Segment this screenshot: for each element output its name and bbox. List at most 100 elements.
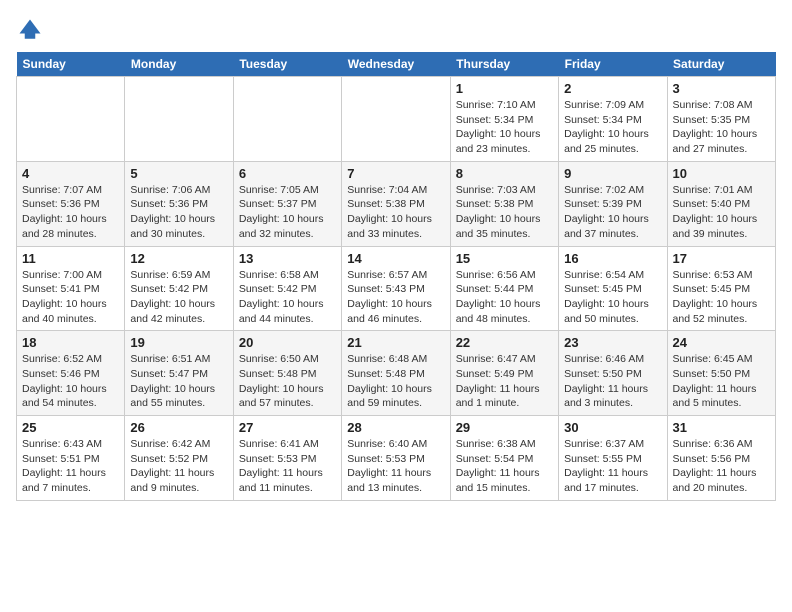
day-detail: Sunrise: 6:56 AMSunset: 5:44 PMDaylight:… xyxy=(456,269,541,325)
day-detail: Sunrise: 6:51 AMSunset: 5:47 PMDaylight:… xyxy=(130,353,215,409)
day-number: 17 xyxy=(673,251,770,266)
day-number: 10 xyxy=(673,166,770,181)
weekday-header-wednesday: Wednesday xyxy=(342,52,450,77)
weekday-header-friday: Friday xyxy=(559,52,667,77)
day-number: 20 xyxy=(239,335,336,350)
calendar-cell: 23 Sunrise: 6:46 AMSunset: 5:50 PMDayligh… xyxy=(559,331,667,416)
day-detail: Sunrise: 6:42 AMSunset: 5:52 PMDaylight:… xyxy=(130,438,214,494)
day-detail: Sunrise: 6:36 AMSunset: 5:56 PMDaylight:… xyxy=(673,438,757,494)
weekday-header-tuesday: Tuesday xyxy=(233,52,341,77)
calendar-cell: 31Sunrise: 6:36 AMSunset: 5:56 PMDayligh… xyxy=(667,416,775,501)
day-detail: Sunrise: 7:07 AMSunset: 5:36 PMDaylight:… xyxy=(22,184,107,240)
day-detail: Sunrise: 7:02 AMSunset: 5:39 PMDaylight:… xyxy=(564,184,649,240)
calendar-cell xyxy=(233,77,341,162)
day-detail: Sunrise: 6:52 AMSunset: 5:46 PMDaylight:… xyxy=(22,353,107,409)
day-detail: Sunrise: 6:54 AMSunset: 5:45 PMDaylight:… xyxy=(564,269,649,325)
day-number: 18 xyxy=(22,335,119,350)
calendar-week-2: 4 Sunrise: 7:07 AMSunset: 5:36 PMDaylight… xyxy=(17,161,776,246)
calendar-cell: 13Sunrise: 6:58 AMSunset: 5:42 PMDayligh… xyxy=(233,246,341,331)
calendar-body: 1 Sunrise: 7:10 AMSunset: 5:34 PMDaylight… xyxy=(17,77,776,501)
day-number: 19 xyxy=(130,335,227,350)
day-number: 8 xyxy=(456,166,553,181)
day-detail: Sunrise: 6:47 AMSunset: 5:49 PMDaylight:… xyxy=(456,353,540,409)
calendar-cell: 18 Sunrise: 6:52 AMSunset: 5:46 PMDayligh… xyxy=(17,331,125,416)
calendar-cell: 22Sunrise: 6:47 AMSunset: 5:49 PMDayligh… xyxy=(450,331,558,416)
calendar-cell: 5Sunrise: 7:06 AMSunset: 5:36 PMDaylight… xyxy=(125,161,233,246)
day-number: 6 xyxy=(239,166,336,181)
day-number: 15 xyxy=(456,251,553,266)
day-number: 7 xyxy=(347,166,444,181)
day-number: 14 xyxy=(347,251,444,266)
day-number: 16 xyxy=(564,251,661,266)
day-number: 12 xyxy=(130,251,227,266)
calendar-week-1: 1 Sunrise: 7:10 AMSunset: 5:34 PMDaylight… xyxy=(17,77,776,162)
day-detail: Sunrise: 7:01 AMSunset: 5:40 PMDaylight:… xyxy=(673,184,758,240)
calendar-cell: 10 Sunrise: 7:01 AMSunset: 5:40 PMDayligh… xyxy=(667,161,775,246)
day-number: 11 xyxy=(22,251,119,266)
day-number: 23 xyxy=(564,335,661,350)
logo xyxy=(16,16,48,44)
calendar-cell xyxy=(125,77,233,162)
weekday-header-sunday: Sunday xyxy=(17,52,125,77)
calendar-cell: 1 Sunrise: 7:10 AMSunset: 5:34 PMDaylight… xyxy=(450,77,558,162)
day-detail: Sunrise: 6:43 AMSunset: 5:51 PMDaylight:… xyxy=(22,438,106,494)
calendar-week-5: 25 Sunrise: 6:43 AMSunset: 5:51 PMDayligh… xyxy=(17,416,776,501)
day-detail: Sunrise: 7:08 AMSunset: 5:35 PMDaylight:… xyxy=(673,99,758,155)
calendar-cell: 24 Sunrise: 6:45 AMSunset: 5:50 PMDayligh… xyxy=(667,331,775,416)
calendar-cell: 8 Sunrise: 7:03 AMSunset: 5:38 PMDaylight… xyxy=(450,161,558,246)
day-detail: Sunrise: 6:41 AMSunset: 5:53 PMDaylight:… xyxy=(239,438,323,494)
calendar-cell: 2Sunrise: 7:09 AMSunset: 5:34 PMDaylight… xyxy=(559,77,667,162)
day-detail: Sunrise: 6:40 AMSunset: 5:53 PMDaylight:… xyxy=(347,438,431,494)
weekday-header-thursday: Thursday xyxy=(450,52,558,77)
calendar-table: SundayMondayTuesdayWednesdayThursdayFrid… xyxy=(16,52,776,501)
calendar-cell xyxy=(342,77,450,162)
day-detail: Sunrise: 6:46 AMSunset: 5:50 PMDaylight:… xyxy=(564,353,648,409)
day-detail: Sunrise: 6:59 AMSunset: 5:42 PMDaylight:… xyxy=(130,269,215,325)
day-detail: Sunrise: 6:45 AMSunset: 5:50 PMDaylight:… xyxy=(673,353,757,409)
day-detail: Sunrise: 6:48 AMSunset: 5:48 PMDaylight:… xyxy=(347,353,432,409)
page-header xyxy=(16,16,776,44)
day-number: 28 xyxy=(347,420,444,435)
calendar-cell: 20 Sunrise: 6:50 AMSunset: 5:48 PMDayligh… xyxy=(233,331,341,416)
calendar-cell xyxy=(17,77,125,162)
day-detail: Sunrise: 7:05 AMSunset: 5:37 PMDaylight:… xyxy=(239,184,324,240)
day-number: 13 xyxy=(239,251,336,266)
day-detail: Sunrise: 6:38 AMSunset: 5:54 PMDaylight:… xyxy=(456,438,540,494)
calendar-cell: 16 Sunrise: 6:54 AMSunset: 5:45 PMDayligh… xyxy=(559,246,667,331)
day-number: 27 xyxy=(239,420,336,435)
day-number: 21 xyxy=(347,335,444,350)
day-number: 29 xyxy=(456,420,553,435)
day-number: 24 xyxy=(673,335,770,350)
day-number: 30 xyxy=(564,420,661,435)
day-detail: Sunrise: 7:03 AMSunset: 5:38 PMDaylight:… xyxy=(456,184,541,240)
calendar-cell: 12 Sunrise: 6:59 AMSunset: 5:42 PMDayligh… xyxy=(125,246,233,331)
day-detail: Sunrise: 6:50 AMSunset: 5:48 PMDaylight:… xyxy=(239,353,324,409)
calendar-cell: 9 Sunrise: 7:02 AMSunset: 5:39 PMDaylight… xyxy=(559,161,667,246)
day-number: 2 xyxy=(564,81,661,96)
day-detail: Sunrise: 6:53 AMSunset: 5:45 PMDaylight:… xyxy=(673,269,758,325)
calendar-cell: 15 Sunrise: 6:56 AMSunset: 5:44 PMDayligh… xyxy=(450,246,558,331)
calendar-week-4: 18 Sunrise: 6:52 AMSunset: 5:46 PMDayligh… xyxy=(17,331,776,416)
calendar-cell: 6 Sunrise: 7:05 AMSunset: 5:37 PMDaylight… xyxy=(233,161,341,246)
calendar-cell: 4 Sunrise: 7:07 AMSunset: 5:36 PMDaylight… xyxy=(17,161,125,246)
calendar-cell: 7 Sunrise: 7:04 AMSunset: 5:38 PMDaylight… xyxy=(342,161,450,246)
day-number: 5 xyxy=(130,166,227,181)
calendar-cell: 27 Sunrise: 6:41 AMSunset: 5:53 PMDayligh… xyxy=(233,416,341,501)
day-number: 4 xyxy=(22,166,119,181)
calendar-cell: 30 Sunrise: 6:37 AMSunset: 5:55 PMDayligh… xyxy=(559,416,667,501)
calendar-cell: 3Sunrise: 7:08 AMSunset: 5:35 PMDaylight… xyxy=(667,77,775,162)
day-detail: Sunrise: 6:37 AMSunset: 5:55 PMDaylight:… xyxy=(564,438,648,494)
day-detail: Sunrise: 7:04 AMSunset: 5:38 PMDaylight:… xyxy=(347,184,432,240)
day-detail: Sunrise: 7:10 AMSunset: 5:34 PMDaylight:… xyxy=(456,99,541,155)
day-number: 25 xyxy=(22,420,119,435)
day-number: 26 xyxy=(130,420,227,435)
weekday-header-row: SundayMondayTuesdayWednesdayThursdayFrid… xyxy=(17,52,776,77)
weekday-header-monday: Monday xyxy=(125,52,233,77)
calendar-cell: 19 Sunrise: 6:51 AMSunset: 5:47 PMDayligh… xyxy=(125,331,233,416)
day-number: 9 xyxy=(564,166,661,181)
calendar-cell: 14 Sunrise: 6:57 AMSunset: 5:43 PMDayligh… xyxy=(342,246,450,331)
calendar-cell: 21 Sunrise: 6:48 AMSunset: 5:48 PMDayligh… xyxy=(342,331,450,416)
calendar-cell: 17 Sunrise: 6:53 AMSunset: 5:45 PMDayligh… xyxy=(667,246,775,331)
day-number: 1 xyxy=(456,81,553,96)
day-detail: Sunrise: 6:57 AMSunset: 5:43 PMDaylight:… xyxy=(347,269,432,325)
